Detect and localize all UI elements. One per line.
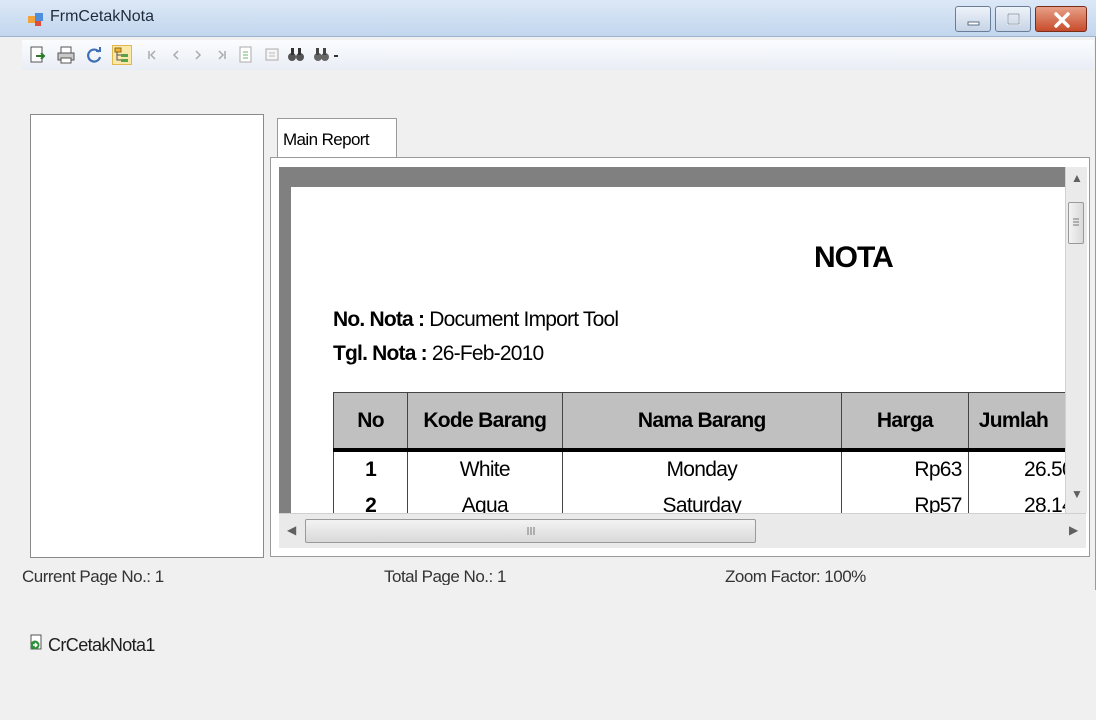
table-header-row: No Kode Barang Nama Barang Harga Jumlah [332, 392, 1065, 452]
table-cell: Rp63 [841, 450, 969, 488]
previous-page-icon[interactable] [166, 45, 186, 65]
column-header: Kode Barang [407, 392, 563, 452]
no-nota-value: Document Import Tool [429, 308, 619, 331]
table-cell: Saturday [561, 488, 843, 513]
report-title: NOTA [814, 241, 894, 274]
tgl-nota-row: Tgl. Nota : 26-Feb-2010 [333, 342, 544, 366]
scroll-down-icon[interactable]: ▼ [1071, 487, 1083, 501]
go-to-page-icon[interactable] [236, 45, 256, 65]
table-cell: White [407, 450, 563, 488]
table-cell: Rp57 [841, 488, 969, 513]
vertical-scroll-thumb[interactable] [1068, 202, 1084, 244]
table-cell: Aqua [407, 488, 563, 513]
report-page: NOTA No. Nota : Document Import Tool Tgl… [291, 187, 1065, 513]
horizontal-scroll-thumb[interactable] [305, 519, 756, 543]
group-tree-panel[interactable] [30, 114, 264, 558]
items-table: No Kode Barang Nama Barang Harga Jumlah … [332, 392, 1065, 513]
component-tray: CrCetakNota1 [0, 590, 1096, 720]
scroll-up-icon[interactable]: ▲ [1071, 171, 1083, 185]
tab-main-report[interactable]: Main Report [277, 118, 397, 158]
last-page-icon[interactable] [212, 45, 232, 65]
report-toolbar [22, 40, 1094, 70]
search-icon[interactable] [286, 45, 306, 65]
table-row: 1 White Monday Rp63 26.500 [332, 450, 1065, 488]
report-canvas[interactable]: NOTA No. Nota : Document Import Tool Tgl… [279, 167, 1065, 513]
refresh-icon[interactable] [84, 45, 104, 65]
report-document-icon [28, 634, 44, 657]
close-button[interactable] [1035, 6, 1087, 32]
tray-component[interactable]: CrCetakNota1 [28, 634, 155, 657]
window-title: FrmCetakNota [50, 8, 155, 25]
table-cell: 28.145 [967, 488, 1065, 513]
report-viewer-window: FrmCetakNota Main Report NOTA No. Nota:… [0, 0, 1096, 590]
horizontal-scrollbar[interactable]: ◀ ▶ [279, 513, 1086, 548]
first-page-icon[interactable] [142, 45, 162, 65]
table-row: 2 Aqua Saturday Rp57 28.145 [332, 488, 1065, 513]
scroll-left-icon[interactable]: ◀ [287, 523, 296, 537]
table-cell: 26.500 [967, 450, 1065, 488]
export-icon[interactable] [28, 45, 48, 65]
scroll-right-icon[interactable]: ▶ [1069, 523, 1078, 537]
column-header: Jumlah [967, 392, 1065, 452]
status-bar: Current Page No.: 1 Total Page No.: 1 Zo… [22, 565, 1096, 585]
current-page-status: Current Page No.: 1 [22, 567, 164, 585]
total-page-status: Total Page No.: 1 [384, 567, 506, 585]
table-cell: 1 [332, 450, 409, 488]
close-view-icon[interactable] [262, 45, 282, 65]
next-page-icon[interactable] [188, 45, 208, 65]
no-nota-row: No. Nota : Document Import Tool [333, 308, 619, 332]
toggle-group-tree-icon[interactable] [112, 45, 132, 65]
column-header: Harga [841, 392, 969, 452]
no-nota-label: No. Nota : [333, 308, 425, 331]
tgl-nota-label: Tgl. Nota : [333, 342, 428, 365]
tgl-nota-value: 26-Feb-2010 [431, 342, 544, 365]
vertical-scrollbar[interactable]: ▲ ▼ [1065, 167, 1087, 513]
table-cell: Monday [561, 450, 843, 488]
print-icon[interactable] [56, 45, 76, 65]
title-bar[interactable]: FrmCetakNota [0, 0, 1096, 37]
zoom-status: Zoom Factor: 100% [725, 567, 866, 585]
zoom-icon[interactable] [312, 45, 342, 65]
maximize-button[interactable] [995, 6, 1031, 32]
tray-component-label: CrCetakNota1 [48, 635, 155, 655]
column-header: Nama Barang [561, 392, 843, 452]
minimize-button[interactable] [955, 6, 991, 32]
table-cell: 2 [332, 488, 409, 513]
column-header: No [332, 392, 409, 452]
form-icon [28, 11, 44, 27]
